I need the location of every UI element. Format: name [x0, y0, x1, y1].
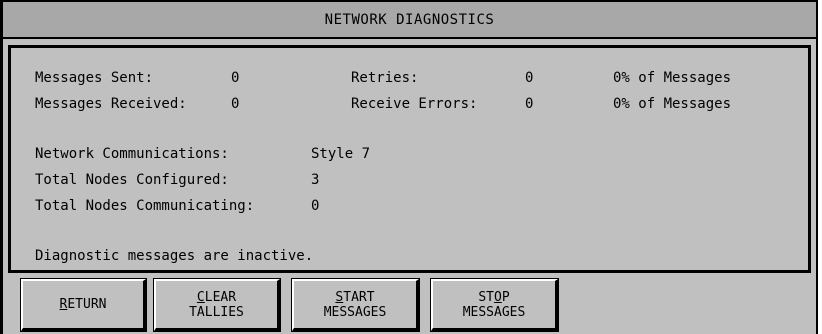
retries-percent: 0% of Messages: [613, 70, 732, 86]
return-button[interactable]: RETURN: [20, 278, 147, 332]
stop-messages-button[interactable]: STOP MESSAGES: [430, 278, 559, 332]
messages-received-label: Messages Received:: [35, 96, 187, 112]
nodes-communicating-label: Total Nodes Communicating:: [35, 198, 255, 214]
clear-tallies-button[interactable]: CLEAR TALLIES: [153, 278, 281, 332]
network-communications-value: Style 7: [311, 146, 371, 162]
clear-tallies-line1: CLEAR: [196, 289, 237, 305]
network-communications-label: Network Communications:: [35, 146, 229, 162]
receive-errors-percent: 0% of Messages: [613, 96, 732, 112]
clear-tallies-line2: TALLIES: [189, 304, 244, 320]
retries-value: 0: [525, 70, 534, 86]
return-button-label: RETURN: [59, 297, 107, 312]
receive-errors-value: 0: [525, 96, 534, 112]
diagnostics-panel: Messages Sent: 0 Retries: 0 0% of Messag…: [8, 45, 811, 273]
receive-errors-label: Receive Errors:: [351, 96, 478, 112]
start-messages-button[interactable]: START MESSAGES: [291, 278, 420, 332]
network-diagnostics-window: NETWORK DIAGNOSTICS Messages Sent: 0 Ret…: [0, 0, 818, 334]
stop-messages-line1: STOP: [478, 289, 510, 305]
start-messages-line1: START: [335, 289, 375, 305]
status-text: Diagnostic messages are inactive.: [35, 248, 314, 264]
retries-label: Retries:: [351, 70, 419, 86]
messages-sent-label: Messages Sent:: [35, 70, 154, 86]
window-title: NETWORK DIAGNOSTICS: [3, 2, 816, 39]
nodes-communicating-value: 0: [311, 198, 320, 214]
stop-messages-line2: MESSAGES: [462, 304, 526, 320]
start-messages-line2: MESSAGES: [323, 304, 387, 320]
messages-received-value: 0: [231, 96, 240, 112]
messages-sent-value: 0: [231, 70, 240, 86]
nodes-configured-label: Total Nodes Configured:: [35, 172, 229, 188]
nodes-configured-value: 3: [311, 172, 320, 188]
